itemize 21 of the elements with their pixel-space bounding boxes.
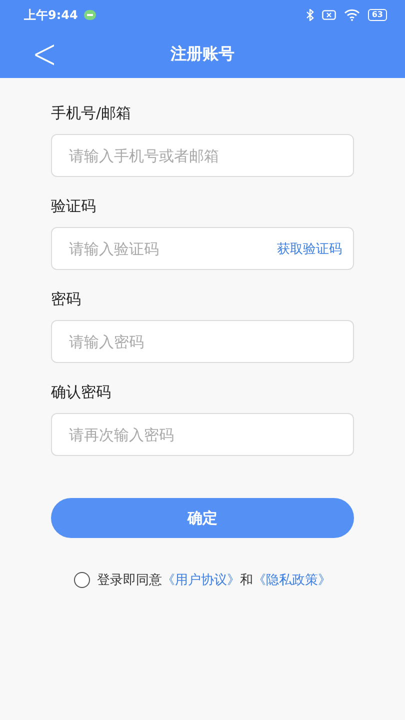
- notification-icon: [84, 10, 96, 20]
- field-label: 密码: [51, 290, 82, 309]
- bluetooth-icon: [306, 9, 314, 21]
- agree-checkbox[interactable]: [74, 572, 90, 588]
- field-label: 验证码: [51, 197, 97, 216]
- wifi-icon: [344, 9, 360, 21]
- battery-icon: 63: [368, 9, 387, 21]
- sim-icon: [322, 10, 336, 20]
- agreement-text: 登录即同意《用户协议》和《隐私政策》: [97, 572, 331, 589]
- field-label: 确认密码: [51, 383, 112, 402]
- password-field[interactable]: 请输入密码: [51, 320, 354, 363]
- back-button[interactable]: <: [22, 30, 68, 78]
- page-title: 注册账号: [170, 44, 234, 64]
- confirm-button[interactable]: 确定: [51, 498, 354, 538]
- password-field[interactable]: 请再次输入密码: [51, 413, 354, 456]
- get-code-button[interactable]: 获取验证码: [277, 238, 342, 258]
- privacy-policy-link[interactable]: 《隐私政策》: [253, 573, 331, 588]
- status-time: 上午9:44: [24, 6, 78, 24]
- field-label: 手机号/邮箱: [51, 104, 132, 123]
- input-field[interactable]: 请输入手机号或者邮箱: [51, 134, 354, 177]
- user-agreement-link[interactable]: 《用户协议》: [162, 573, 240, 588]
